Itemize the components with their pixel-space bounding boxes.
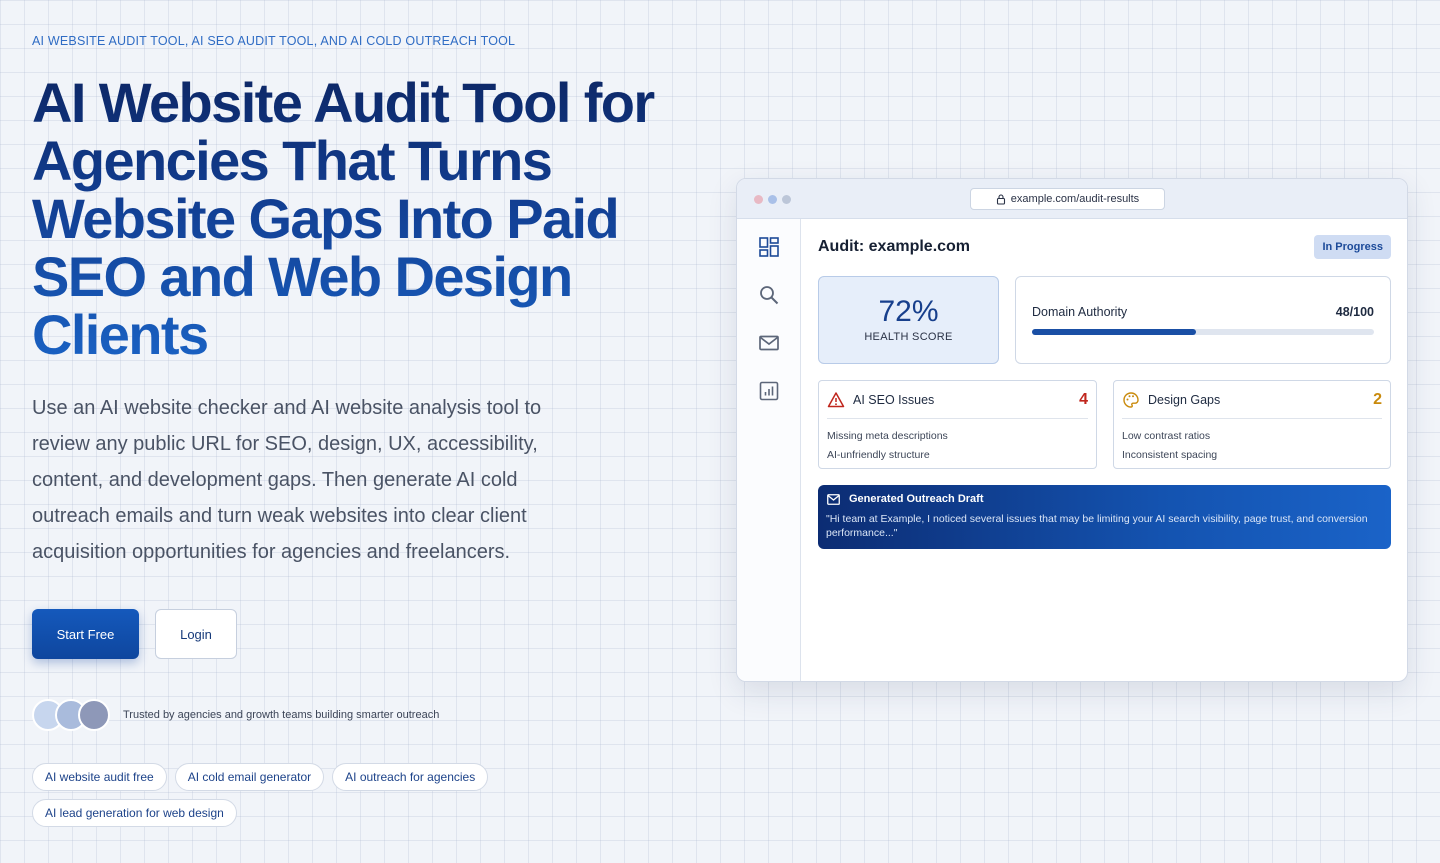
- tag-ai-outreach-for-agencies[interactable]: AI outreach for agencies: [332, 763, 489, 791]
- list-item: Low contrast ratios: [1122, 430, 1211, 442]
- browser-toolbar: example.com/audit-results: [737, 179, 1407, 219]
- domain-authority-label: Domain Authority: [1032, 305, 1128, 319]
- mail-icon: [827, 493, 840, 505]
- browser-mockup: example.com/audit-results Audit: example…: [736, 178, 1408, 682]
- health-score-card: 72% HEALTH SCORE: [818, 276, 999, 364]
- keyword-tags: AI website audit free AI cold email gene…: [32, 763, 552, 827]
- trust-row: Trusted by agencies and growth teams bui…: [32, 699, 439, 731]
- domain-authority-card: Domain Authority 48/100: [1015, 276, 1391, 364]
- dashboard-icon[interactable]: [758, 236, 780, 258]
- app-sidebar: [737, 219, 801, 681]
- outreach-draft-body: "Hi team at Example, I noticed several i…: [826, 513, 1368, 539]
- window-dot-close: [754, 195, 763, 204]
- mail-icon[interactable]: [758, 332, 780, 354]
- health-score-label: HEALTH SCORE: [864, 331, 953, 343]
- tag-ai-website-audit-free[interactable]: AI website audit free: [32, 763, 167, 791]
- warning-icon: [827, 391, 845, 407]
- palette-icon: [1123, 391, 1139, 408]
- avatar: [78, 699, 110, 731]
- list-item: Missing meta descriptions: [827, 430, 948, 442]
- status-badge: In Progress: [1314, 235, 1391, 259]
- login-button[interactable]: Login: [155, 609, 237, 659]
- url-bar[interactable]: example.com/audit-results: [970, 188, 1165, 210]
- list-item: AI-unfriendly structure: [827, 449, 930, 461]
- design-gaps-card[interactable]: Design Gaps 2 Low contrast ratios Incons…: [1113, 380, 1391, 469]
- domain-authority-value: 48/100: [1335, 305, 1374, 319]
- domain-authority-fill: [1032, 329, 1197, 335]
- hero-subtitle: Use an AI website checker and AI website…: [32, 397, 542, 563]
- landing-page: AI WEBSITE AUDIT TOOL, AI SEO AUDIT TOOL…: [0, 0, 1440, 863]
- health-score-value: 72%: [878, 295, 939, 328]
- tag-ai-lead-generation[interactable]: AI lead generation for web design: [32, 799, 237, 827]
- tag-ai-cold-email-generator[interactable]: AI cold email generator: [174, 763, 325, 791]
- design-gaps-title: Design Gaps: [1148, 392, 1221, 407]
- trust-text: Trusted by agencies and growth teams bui…: [123, 709, 440, 721]
- seo-issues-title: AI SEO Issues: [853, 392, 935, 407]
- domain-authority-bar: [1032, 329, 1374, 335]
- outreach-draft-card[interactable]: Generated Outreach Draft "Hi team at Exa…: [818, 485, 1391, 549]
- design-gaps-count: 2: [1373, 390, 1382, 408]
- hero-title: AI Website Audit Tool for Agencies That …: [32, 74, 732, 364]
- lock-icon: [996, 193, 1005, 205]
- outreach-draft-title: Generated Outreach Draft: [849, 493, 984, 505]
- report-icon[interactable]: [758, 380, 780, 402]
- audit-panel: Audit: example.com In Progress 72% HEALT…: [818, 219, 1391, 681]
- seo-issues-count: 4: [1079, 390, 1088, 408]
- hero-eyebrow: AI WEBSITE AUDIT TOOL, AI SEO AUDIT TOOL…: [32, 34, 516, 48]
- window-dot-maximize: [782, 195, 791, 204]
- seo-issues-card[interactable]: AI SEO Issues 4 Missing meta description…: [818, 380, 1097, 469]
- cta-row: Start Free Login: [32, 609, 237, 659]
- list-item: Inconsistent spacing: [1122, 449, 1218, 461]
- window-dot-minimize: [768, 195, 777, 204]
- search-icon[interactable]: [758, 284, 780, 306]
- url-text: example.com/audit-results: [1010, 193, 1140, 205]
- audit-title: Audit: example.com: [818, 238, 971, 255]
- start-free-button[interactable]: Start Free: [32, 609, 139, 659]
